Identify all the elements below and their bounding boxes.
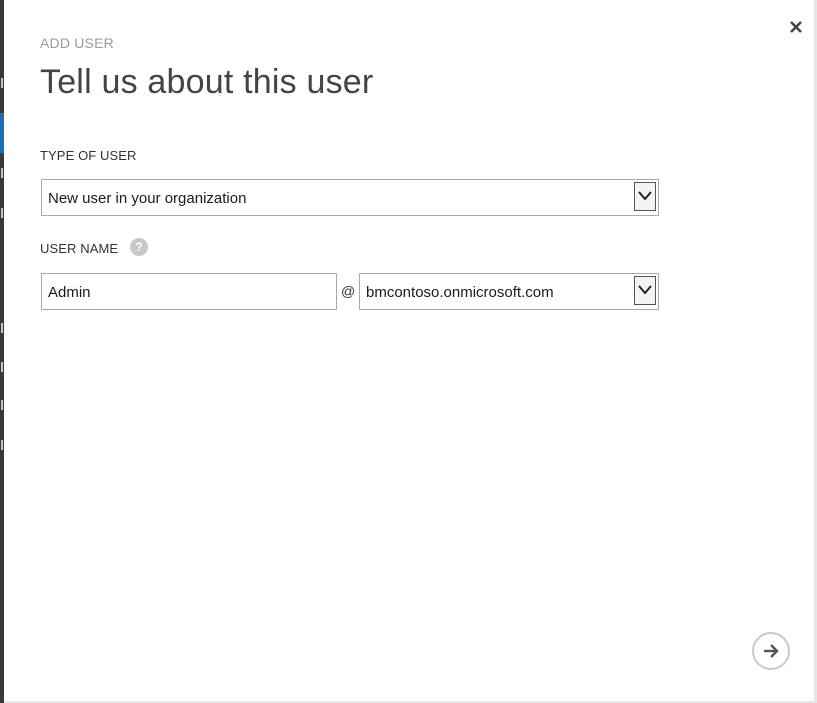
dialog-title: Tell us about this user (40, 63, 374, 101)
background-mark (1, 440, 3, 450)
domain-dropdown-button[interactable] (634, 276, 656, 305)
domain-select[interactable]: bmcontoso.onmicrosoft.com (359, 273, 659, 310)
chevron-down-icon (638, 285, 652, 295)
close-button[interactable] (786, 17, 806, 37)
type-of-user-select[interactable]: New user in your organization (41, 179, 659, 216)
chevron-down-icon (638, 191, 652, 201)
user-name-label: USER NAME (40, 241, 119, 256)
add-user-dialog: ADD USER Tell us about this user TYPE OF… (4, 0, 817, 703)
background-mark (1, 362, 3, 372)
arrow-right-icon (764, 644, 779, 658)
type-of-user-dropdown-button[interactable] (634, 182, 656, 211)
background-mark (1, 400, 3, 410)
at-sign: @ (341, 283, 356, 299)
help-icon[interactable]: ? (130, 238, 148, 256)
background-mark (1, 78, 3, 88)
background-mark (1, 323, 3, 333)
user-name-input[interactable]: Admin (41, 273, 337, 310)
close-icon (790, 21, 802, 33)
next-button[interactable] (752, 632, 790, 670)
background-mark (1, 168, 3, 178)
type-of-user-label: TYPE OF USER (40, 148, 137, 163)
user-name-value: Admin (48, 284, 91, 301)
domain-value: bmcontoso.onmicrosoft.com (366, 284, 554, 301)
type-of-user-value: New user in your organization (48, 190, 247, 207)
screen: ADD USER Tell us about this user TYPE OF… (0, 0, 817, 703)
background-mark (1, 208, 3, 218)
dialog-subtitle: ADD USER (40, 35, 114, 51)
